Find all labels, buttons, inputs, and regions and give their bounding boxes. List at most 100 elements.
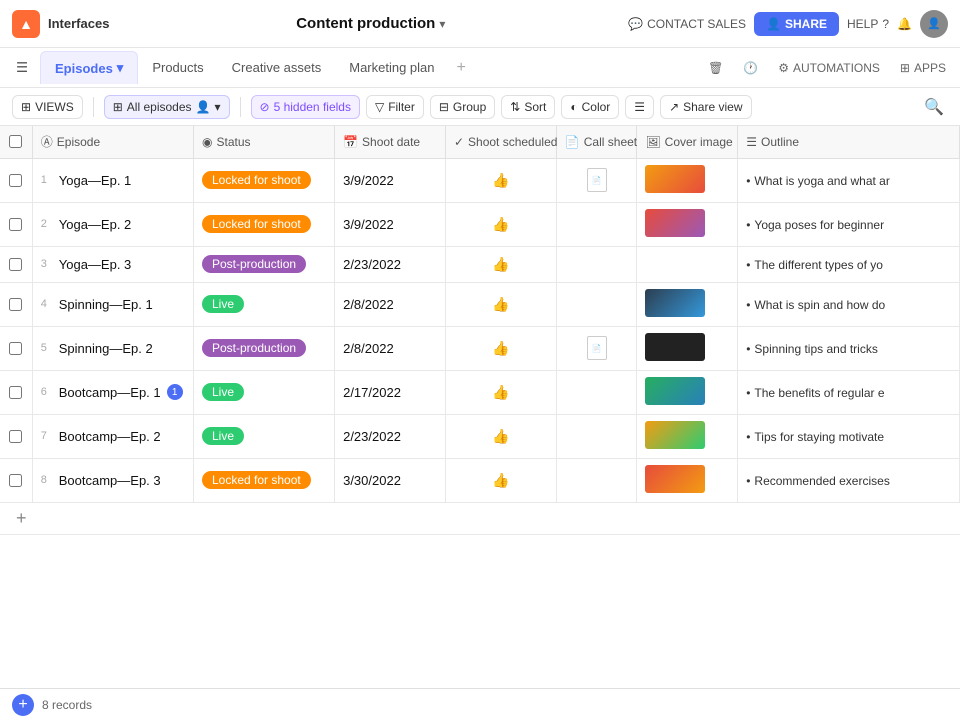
header-call-sheet[interactable]: 📄 Call sheet	[556, 126, 637, 158]
automations-button[interactable]: ⚙ AUTOMATIONS	[772, 57, 886, 79]
views-button[interactable]: ⊞ VIEWS	[12, 95, 83, 119]
episode-name-3: Spinning—Ep. 1	[59, 297, 153, 312]
table-row[interactable]: 2 Yoga—Ep. 2 Locked for shoot 3/9/2022 👍…	[0, 202, 960, 246]
table-row[interactable]: 7 Bootcamp—Ep. 2 Live 2/23/2022 👍 Tips f…	[0, 414, 960, 458]
row-select-5[interactable]	[9, 386, 22, 399]
shoot-date-0: 3/9/2022	[343, 173, 394, 188]
row-checkbox-5[interactable]	[0, 370, 32, 414]
sort-button[interactable]: ⇅ Sort	[501, 95, 555, 119]
outline-text-5: The benefits of regular e	[746, 386, 884, 400]
row-checkbox-2[interactable]	[0, 246, 32, 282]
row-select-3[interactable]	[9, 298, 22, 311]
status-cell-2: Post-production	[194, 246, 335, 282]
apps-button[interactable]: ⊞ APPS	[894, 57, 952, 79]
outline-cell-5: The benefits of regular e	[738, 370, 960, 414]
title-chevron[interactable]: ▾	[439, 17, 445, 31]
help-button[interactable]: HELP ?	[847, 17, 889, 31]
call-sheet-cell-4: 📄	[556, 326, 637, 370]
episodes-table: Ⓐ Episode ◉ Status 📅 Shoot date	[0, 126, 960, 503]
add-record-button[interactable]: +	[12, 694, 34, 716]
row-checkbox-7[interactable]	[0, 458, 32, 502]
table-container[interactable]: Ⓐ Episode ◉ Status 📅 Shoot date	[0, 126, 960, 688]
call-sheet-cell-5	[556, 370, 637, 414]
group-button[interactable]: ⊟ Group	[430, 95, 495, 119]
hidden-fields-button[interactable]: ⊘ 5 hidden fields	[251, 95, 360, 119]
help-label: HELP	[847, 17, 878, 31]
row-height-icon: ☰	[634, 100, 645, 114]
color-icon: ◐	[570, 100, 577, 114]
header-shoot-date[interactable]: 📅 Shoot date	[335, 126, 446, 158]
status-cell-6: Live	[194, 414, 335, 458]
header-status[interactable]: ◉ Status	[194, 126, 335, 158]
episode-cell-1: 2 Yoga—Ep. 2	[32, 202, 193, 246]
table-row[interactable]: 3 Yoga—Ep. 3 Post-production 2/23/2022 👍…	[0, 246, 960, 282]
tab-marketing-plan[interactable]: Marketing plan	[335, 52, 448, 83]
row-number-7: 8	[41, 474, 53, 486]
history-button[interactable]: 🕐	[737, 57, 764, 79]
table-row[interactable]: 8 Bootcamp—Ep. 3 Locked for shoot 3/30/2…	[0, 458, 960, 502]
tab-bar-actions: 🗑 🕐 ⚙ AUTOMATIONS ⊞ APPS	[702, 57, 952, 79]
status-cell-3: Live	[194, 282, 335, 326]
select-all-checkbox[interactable]	[9, 135, 22, 148]
header-episode[interactable]: Ⓐ Episode	[32, 126, 193, 158]
row-select-1[interactable]	[9, 218, 22, 231]
share-view-button[interactable]: ↗ Share view	[660, 95, 751, 119]
row-checkbox-4[interactable]	[0, 326, 32, 370]
row-select-6[interactable]	[9, 430, 22, 443]
status-cell-7: Locked for shoot	[194, 458, 335, 502]
search-button[interactable]: 🔍	[920, 93, 948, 121]
contact-icon: 💬	[628, 17, 643, 31]
row-select-7[interactable]	[9, 474, 22, 487]
menu-button[interactable]: ☰	[8, 54, 36, 82]
search-icon: 🔍	[924, 99, 944, 116]
row-select-4[interactable]	[9, 342, 22, 355]
add-tab-button[interactable]: +	[449, 55, 474, 81]
status-badge-6: Live	[202, 427, 244, 445]
status-badge-3: Live	[202, 295, 244, 313]
table-row[interactable]: 6 Bootcamp—Ep. 1 1 Live 2/17/2022 👍 The …	[0, 370, 960, 414]
row-select-2[interactable]	[9, 258, 22, 271]
row-number-0: 1	[41, 174, 53, 186]
header-shoot-scheduled[interactable]: ✓ Shoot scheduled	[445, 126, 556, 158]
contact-sales-button[interactable]: 💬 CONTACT SALES	[628, 17, 746, 31]
filter-button[interactable]: ▽ Filter	[366, 95, 424, 119]
apps-label: APPS	[914, 61, 946, 75]
outline-text-7: Recommended exercises	[746, 474, 890, 488]
tab-creative-assets[interactable]: Creative assets	[218, 52, 336, 83]
outline-cell-6: Tips for staying motivate	[738, 414, 960, 458]
notifications-button[interactable]: 🔔	[897, 17, 912, 31]
bell-icon: 🔔	[897, 17, 912, 31]
row-checkbox-3[interactable]	[0, 282, 32, 326]
table-row[interactable]: 4 Spinning—Ep. 1 Live 2/8/2022 👍 What is…	[0, 282, 960, 326]
image-col-icon: 🖼	[645, 135, 660, 149]
header-checkbox[interactable]	[0, 126, 32, 158]
row-checkbox-6[interactable]	[0, 414, 32, 458]
status-badge-5: Live	[202, 383, 244, 401]
shoot-date-1: 3/9/2022	[343, 217, 394, 232]
share-button[interactable]: 👤 SHARE	[754, 12, 839, 36]
row-height-button[interactable]: ☰	[625, 95, 654, 119]
outline-cell-3: What is spin and how do	[738, 282, 960, 326]
tab-products[interactable]: Products	[138, 52, 217, 83]
avatar-button[interactable]: 👤	[920, 10, 948, 38]
header-outline[interactable]: ☰ Outline	[738, 126, 960, 158]
table-row[interactable]: 1 Yoga—Ep. 1 Locked for shoot 3/9/2022 👍…	[0, 158, 960, 202]
color-button[interactable]: ◐ Color	[561, 95, 619, 119]
row-checkbox-1[interactable]	[0, 202, 32, 246]
shoot-date-3: 2/8/2022	[343, 297, 394, 312]
table-row[interactable]: 5 Spinning—Ep. 2 Post-production 2/8/202…	[0, 326, 960, 370]
shoot-scheduled-cell-6: 👍	[445, 414, 556, 458]
outline-text-0: What is yoga and what ar	[746, 174, 890, 188]
outline-text-3: What is spin and how do	[746, 298, 885, 312]
status-badge-2: Post-production	[202, 255, 306, 273]
delete-button[interactable]: 🗑	[702, 57, 729, 79]
row-select-0[interactable]	[9, 174, 22, 187]
status-badge-7: Locked for shoot	[202, 471, 311, 489]
add-record-row[interactable]: +	[0, 503, 960, 535]
row-checkbox-0[interactable]	[0, 158, 32, 202]
header-cover-image[interactable]: 🖼 Cover image	[637, 126, 738, 158]
all-episodes-view-button[interactable]: ⊞ All episodes 👤 ▾	[104, 95, 230, 119]
scheduled-check-1: 👍	[492, 216, 509, 232]
tab-episodes[interactable]: Episodes ▾	[40, 51, 138, 84]
call-sheet-cell-6	[556, 414, 637, 458]
